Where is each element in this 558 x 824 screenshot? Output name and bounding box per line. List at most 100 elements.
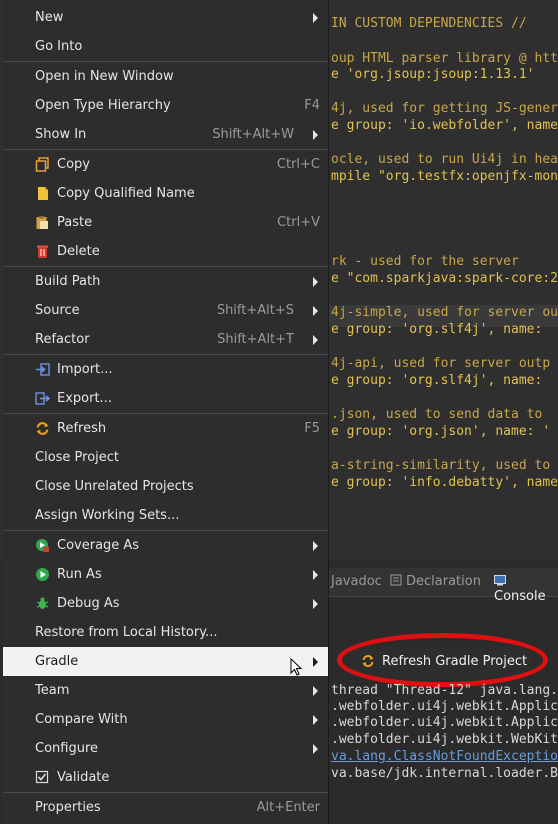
menu-item-compare-with[interactable]: Compare With bbox=[3, 705, 328, 734]
menu-item-refactor[interactable]: Refactor Shift+Alt+T bbox=[3, 325, 328, 354]
menu-item-label: New bbox=[35, 10, 64, 25]
menu-item-shortcut: Shift+Alt+W bbox=[212, 127, 294, 142]
menu-item-label: Debug As bbox=[57, 596, 120, 611]
submenu-arrow-icon bbox=[313, 570, 318, 580]
menu-item-configure[interactable]: Configure bbox=[3, 734, 328, 763]
code-line: .json, used to send data to bbox=[331, 407, 543, 422]
menu-item-run-as[interactable]: Run As bbox=[3, 560, 328, 589]
menu-item-label: Open in New Window bbox=[35, 69, 174, 84]
menu-item-label: Assign Working Sets... bbox=[35, 508, 180, 523]
menu-item-label: Import... bbox=[57, 362, 113, 377]
code-line: oup HTML parser library @ https bbox=[331, 51, 558, 66]
code-line: ocle, used to run Ui4j in hea bbox=[331, 152, 558, 167]
submenu-arrow-icon bbox=[313, 599, 318, 609]
menu-item-new[interactable]: New bbox=[3, 3, 328, 32]
submenu-arrow-icon bbox=[313, 130, 318, 140]
menu-item-open-type-hierarchy[interactable]: Open Type Hierarchy F4 bbox=[3, 91, 328, 120]
menu-item-refresh[interactable]: Refresh F5 bbox=[3, 414, 328, 443]
delete-icon bbox=[35, 244, 50, 259]
menu-item-copy-qualified-name[interactable]: Copy Qualified Name bbox=[3, 179, 328, 208]
code-line: rk - used for the server bbox=[331, 254, 519, 269]
copy-qualified-icon bbox=[35, 186, 50, 201]
highlight-annotation-circle bbox=[337, 633, 548, 687]
checkbox-icon bbox=[35, 770, 50, 785]
submenu-arrow-icon bbox=[313, 744, 318, 754]
menu-item-label: Configure bbox=[35, 741, 99, 756]
coverage-icon bbox=[35, 538, 50, 553]
submenu-arrow-icon bbox=[313, 657, 318, 667]
code-line: a-string-similarity, used to bbox=[331, 458, 551, 473]
menu-item-import[interactable]: Import... bbox=[3, 355, 328, 384]
menu-item-label: Coverage As bbox=[57, 538, 140, 553]
menu-item-shortcut: Shift+Alt+S bbox=[216, 303, 294, 318]
menu-item-assign-working-sets[interactable]: Assign Working Sets... bbox=[3, 501, 328, 530]
submenu-arrow-icon bbox=[313, 715, 318, 725]
code-line: mpile "org.testfx:openjfx-mon bbox=[331, 169, 558, 184]
menu-item-label: Gradle bbox=[35, 654, 79, 669]
menu-item-gradle[interactable]: Gradle bbox=[3, 647, 328, 676]
menu-item-shortcut: Ctrl+V bbox=[277, 215, 320, 230]
menu-item-shortcut: Ctrl+C bbox=[276, 157, 320, 172]
menu-item-validate[interactable]: Validate bbox=[3, 763, 328, 792]
menu-item-label: Compare With bbox=[35, 712, 128, 727]
code-line: e group: 'org.slf4j', name: bbox=[331, 322, 543, 337]
code-line: e group: 'org.json', name: ' bbox=[331, 424, 551, 439]
menu-item-label: Validate bbox=[57, 770, 110, 785]
console-link[interactable]: va.lang.ClassNotFoundExceptio bbox=[331, 748, 558, 765]
menu-item-label: Source bbox=[35, 303, 80, 318]
menu-item-open-in-new-window[interactable]: Open in New Window bbox=[3, 62, 328, 91]
menu-item-copy[interactable]: Copy Ctrl+C bbox=[3, 150, 328, 179]
menu-item-build-path[interactable]: Build Path bbox=[3, 267, 328, 296]
console-line: thread "Thread-12" java.lang. bbox=[331, 683, 558, 698]
code-line: IN CUSTOM DEPENDENCIES // bbox=[331, 16, 527, 31]
context-menu: New Go Into Open in New Window Open Type Hi… bbox=[3, 0, 329, 824]
code-line: e "com.sparkjava:spark-core:2 bbox=[331, 271, 558, 286]
console-line: va.base/jdk.internal.loader.B bbox=[331, 766, 558, 781]
menu-item-label: Refresh bbox=[57, 421, 107, 436]
menu-item-shortcut: Shift+Alt+T bbox=[217, 332, 294, 347]
menu-item-shortcut: Alt+Enter bbox=[256, 800, 320, 815]
menu-item-paste[interactable]: Paste Ctrl+V bbox=[3, 208, 328, 237]
menu-item-delete[interactable]: Delete bbox=[3, 237, 328, 266]
import-icon bbox=[35, 362, 50, 377]
code-line: e group: 'io.webfolder', name bbox=[331, 118, 558, 133]
menu-item-properties[interactable]: Properties Alt+Enter bbox=[3, 793, 328, 822]
mouse-cursor-icon bbox=[290, 658, 302, 676]
menu-item-label: Run As bbox=[57, 567, 102, 582]
refresh-icon bbox=[35, 421, 50, 436]
menu-item-coverage-as[interactable]: Coverage As bbox=[3, 531, 328, 560]
console-line: .webfolder.ui4j.webkit.WebKit bbox=[331, 732, 558, 747]
submenu-arrow-icon bbox=[313, 541, 318, 551]
menu-item-source[interactable]: Source Shift+Alt+S bbox=[3, 296, 328, 325]
menu-item-label: Export... bbox=[57, 391, 112, 406]
menu-item-restore-from-local-history[interactable]: Restore from Local History... bbox=[3, 618, 328, 647]
debug-icon bbox=[35, 596, 50, 611]
menu-item-show-in[interactable]: Show In Shift+Alt+W bbox=[3, 120, 328, 149]
console-line: .webfolder.ui4j.webkit.Applic bbox=[331, 715, 558, 730]
menu-item-shortcut: F5 bbox=[304, 421, 320, 436]
menu-item-label: Team bbox=[35, 683, 70, 698]
tab-javadoc[interactable]: Javadoc bbox=[331, 574, 382, 592]
tab-console[interactable]: Console bbox=[494, 574, 558, 604]
menu-item-team[interactable]: Team bbox=[3, 676, 328, 705]
menu-item-label: Copy Qualified Name bbox=[57, 186, 195, 201]
menu-item-label: Close Unrelated Projects bbox=[35, 479, 194, 494]
menu-item-label: Open Type Hierarchy bbox=[35, 98, 171, 113]
tab-declaration[interactable]: Declaration bbox=[390, 574, 481, 592]
menu-item-debug-as[interactable]: Debug As bbox=[3, 589, 328, 618]
code-line: e 'org.jsoup:jsoup:1.13.1' bbox=[331, 67, 535, 82]
submenu-arrow-icon bbox=[313, 277, 318, 287]
console-icon bbox=[494, 575, 506, 586]
menu-item-label: Go Into bbox=[35, 39, 83, 54]
submenu-arrow-icon bbox=[313, 13, 318, 23]
run-icon bbox=[35, 567, 50, 582]
menu-item-label: Build Path bbox=[35, 274, 101, 289]
menu-item-close-unrelated-projects[interactable]: Close Unrelated Projects bbox=[3, 472, 328, 501]
code-line: e group: 'info.debatty', name bbox=[331, 475, 558, 490]
menu-item-export[interactable]: Export... bbox=[3, 384, 328, 413]
submenu-arrow-icon bbox=[313, 335, 318, 345]
menu-item-go-into[interactable]: Go Into bbox=[3, 32, 328, 61]
menu-item-close-project[interactable]: Close Project bbox=[3, 443, 328, 472]
copy-icon bbox=[35, 157, 50, 172]
code-line: e group: 'org.slf4j', name: bbox=[331, 373, 543, 388]
